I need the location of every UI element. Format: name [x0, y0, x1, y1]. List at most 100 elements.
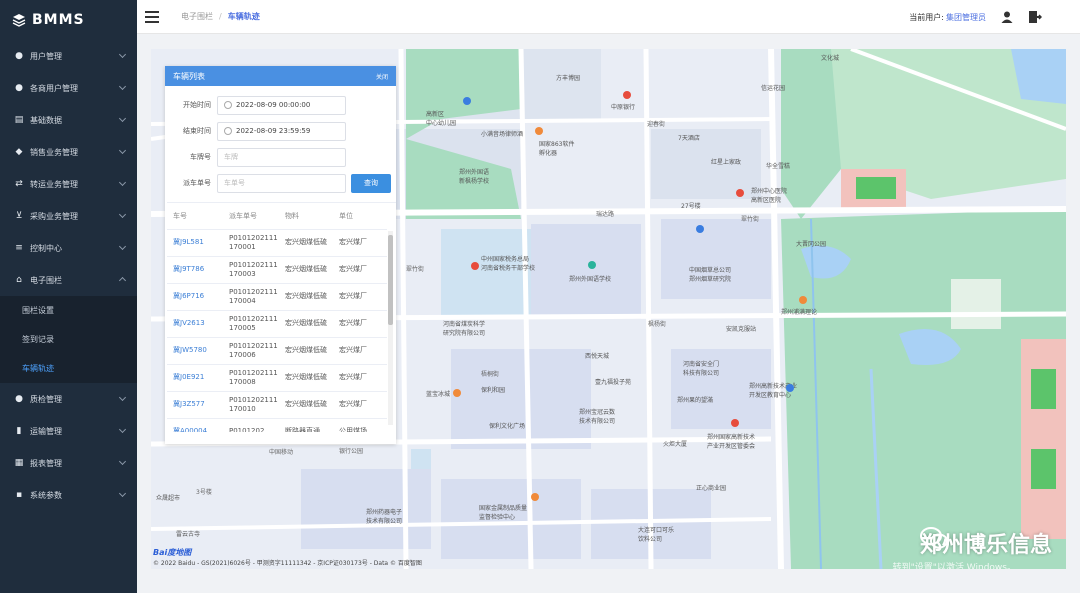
sidebar-item-user-management[interactable]: ● 用户管理 — [0, 40, 137, 72]
menu-toggle-icon[interactable] — [145, 10, 159, 23]
map-pin-icon[interactable] — [731, 419, 739, 427]
brand[interactable]: BMMS — [0, 0, 137, 40]
chevron-down-icon — [118, 114, 127, 123]
map-pin-icon[interactable] — [799, 296, 807, 304]
order-cell: P0101202111170010 — [223, 391, 279, 419]
breadcrumb-item[interactable]: 电子围栏 — [181, 11, 213, 22]
map-label: 郑州外国语 新枫杨学校 — [459, 169, 490, 185]
map-pin-icon[interactable] — [471, 262, 479, 270]
map-label: 3号楼 — [196, 489, 212, 496]
map-pin-icon[interactable] — [786, 384, 794, 392]
material-cell: 宏兴烟煤低硫 — [279, 283, 333, 311]
user-area: 当前用户: 集团管理员 — [909, 0, 1043, 34]
map-label: 迎春街 — [647, 121, 666, 128]
map-pin-icon[interactable] — [696, 225, 704, 233]
map-label: 蓝宝冰城 — [426, 391, 451, 398]
sidebar-item-control-center[interactable]: ≡ 控制中心 — [0, 232, 137, 264]
table-row[interactable]: 冀J9T786 P0101202111170003 宏兴烟煤低硫 宏兴煤厂 — [167, 256, 387, 284]
table-row[interactable]: 冀J9L581 P0101202111170001 宏兴烟煤低硫 宏兴煤厂 — [167, 229, 387, 257]
query-button[interactable]: 查询 — [351, 173, 391, 193]
table-row[interactable]: 冀JW5780 P0101202111170006 宏兴烟煤低硫 宏兴煤厂 — [167, 337, 387, 365]
map-pin-icon[interactable] — [588, 261, 596, 269]
sidebar-item-label: 质检管理 — [30, 394, 62, 404]
dispatch-input[interactable]: 车单号 — [217, 173, 346, 193]
map-label: 小满音场律师酒 — [481, 131, 524, 138]
sidebar-subitem-fence-settings[interactable]: 围栏设置 — [0, 296, 137, 325]
material-cell: 宏兴烟煤低硫 — [279, 256, 333, 284]
close-button[interactable]: 关闭 — [376, 72, 388, 81]
chevron-down-icon — [118, 489, 127, 498]
plate-cell[interactable]: 冀J9L581 — [167, 229, 223, 257]
map-pin-icon[interactable] — [736, 189, 744, 197]
chevron-down-icon — [118, 210, 127, 219]
map-label: 信运花园 — [761, 85, 786, 92]
sidebar-subitem-vehicle-track[interactable]: 车辆轨迹 — [0, 354, 137, 383]
plate-cell[interactable]: 冀J9T786 — [167, 256, 223, 284]
map-pin-icon[interactable] — [531, 493, 539, 501]
map-label: 郑州药器电子 技术有限公司 — [366, 509, 403, 525]
sidebar-item-fence[interactable]: ⌂ 电子围栏 — [0, 264, 137, 296]
map-label: 中国烟草总公司 郑州烟草研究院 — [689, 267, 732, 283]
chevron-down-icon — [118, 425, 127, 434]
sidebar-item-reports[interactable]: ▦ 报表管理 — [0, 447, 137, 479]
sidebar-item-label: 销售业务管理 — [30, 147, 78, 157]
plate-cell[interactable]: 冀J6P716 — [167, 283, 223, 311]
plate-cell[interactable]: 冀J0E921 — [167, 364, 223, 392]
plate-input[interactable]: 车牌 — [217, 147, 346, 167]
material-cell: 宏兴烟煤低硫 — [279, 391, 333, 419]
check-icon: ● — [15, 394, 23, 404]
map-label: 银行公园 — [339, 448, 364, 455]
table-row[interactable]: 冀A00004 P0101202 断路器直通 公用煤场 — [167, 418, 387, 432]
map-label: 保利文化广场 — [489, 423, 526, 430]
map-label: 中州国家税务总局 河南省税务干部学校 — [481, 256, 536, 272]
sidebar-item-merchant-users[interactable]: ● 各商用户管理 — [0, 72, 137, 104]
scrollbar-thumb[interactable] — [388, 235, 393, 325]
sidebar-item-transfer[interactable]: ⇄ 转运业务管理 — [0, 168, 137, 200]
sidebar-item-purchase[interactable]: ⊻ 采购业务管理 — [0, 200, 137, 232]
breadcrumb-separator: / — [219, 12, 222, 21]
sidebar-item-base-data[interactable]: ▤ 基础数据 — [0, 104, 137, 136]
layers-icon — [12, 13, 26, 27]
sidebar-subitem-checkin-records[interactable]: 签到记录 — [0, 325, 137, 354]
vehicle-table: 车号 派车单号 物料 单位 冀J9L581 P0101202111170001 宏兴… — [167, 202, 396, 432]
map-label: 郑州果的望滿 — [677, 397, 714, 404]
order-cell: P0101202 — [223, 418, 279, 432]
plate-cell[interactable]: 冀J3Z577 — [167, 391, 223, 419]
map-pin-icon[interactable] — [463, 97, 471, 105]
sidebar-item-label: 系统参数 — [30, 490, 62, 500]
start-time-input[interactable]: 2022-08-09 00:00:00 — [217, 95, 346, 115]
table-row[interactable]: 冀J0E921 P0101202111170008 宏兴烟煤低硫 宏兴煤厂 — [167, 364, 387, 392]
sidebar: BMMS ● 用户管理 ● 各商用户管理 ▤ 基础数据 ◆ 销售业务管理 ⇄ 转… — [0, 0, 137, 593]
map-pin-icon[interactable] — [623, 91, 631, 99]
end-time-input[interactable]: 2022-08-09 23:59:59 — [217, 121, 346, 141]
sidebar-item-transport[interactable]: ▮ 运输管理 — [0, 415, 137, 447]
plate-cell[interactable]: 冀A00004 — [167, 418, 223, 432]
table-scrollbar[interactable] — [388, 231, 393, 425]
sidebar-item-quality[interactable]: ● 质检管理 — [0, 383, 137, 415]
logout-icon[interactable] — [1028, 10, 1043, 24]
users-icon: ● — [15, 83, 23, 93]
map-label: 高新区 中心幼儿园 — [426, 111, 457, 127]
table-row[interactable]: 冀J3Z577 P0101202111170010 宏兴烟煤低硫 宏兴煤厂 — [167, 391, 387, 419]
map-label: 大连可口可乐 饮料公司 — [638, 527, 675, 543]
plate-cell[interactable]: 冀JV2613 — [167, 310, 223, 338]
windows-activation-notice: 转到"设置"以激活 Windows。 — [892, 563, 1016, 569]
map-label: 河南省安全门 科技有限公司 — [683, 361, 720, 377]
map-label: 正心商业园 — [696, 485, 727, 492]
map-label: 国家863软件 孵化器 — [539, 141, 575, 157]
map-label: 中原银行 — [611, 104, 636, 111]
map-label: 火炬大厦 — [663, 441, 688, 448]
sidebar-item-system-params[interactable]: ▪ 系统参数 — [0, 479, 137, 511]
map-pin-icon[interactable] — [535, 127, 543, 135]
sidebar-subitem-label: 围栏设置 — [22, 306, 54, 315]
current-user-name[interactable]: 集团管理员 — [946, 12, 986, 23]
cart-icon: ⊻ — [15, 211, 23, 221]
profile-icon[interactable] — [1000, 10, 1014, 24]
plate-cell[interactable]: 冀JW5780 — [167, 337, 223, 365]
table-row[interactable]: 冀J6P716 P0101202111170004 宏兴烟煤低硫 宏兴煤厂 — [167, 283, 387, 311]
material-cell: 宏兴烟煤低硫 — [279, 337, 333, 365]
table-row[interactable]: 冀JV2613 P0101202111170005 宏兴烟煤低硫 宏兴煤厂 — [167, 310, 387, 338]
map-pin-icon[interactable] — [453, 389, 461, 397]
sidebar-item-sales[interactable]: ◆ 销售业务管理 — [0, 136, 137, 168]
transfer-icon: ⇄ — [15, 179, 23, 189]
